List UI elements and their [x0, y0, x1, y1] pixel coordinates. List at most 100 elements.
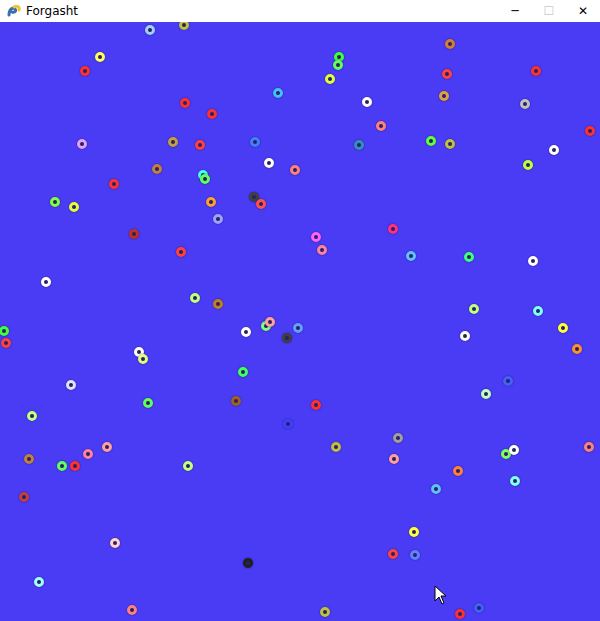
particle-dot	[207, 109, 217, 119]
particle-dot	[265, 317, 275, 327]
particle-dot	[183, 461, 193, 471]
particle-dot	[180, 98, 190, 108]
particle-dot	[311, 232, 321, 242]
particle-dot	[200, 174, 210, 184]
particle-dot	[77, 139, 87, 149]
particle-dot	[520, 99, 530, 109]
particle-dot	[27, 411, 37, 421]
particle-dot	[70, 461, 80, 471]
particle-dot	[510, 476, 520, 486]
particle-dot	[50, 197, 60, 207]
particle-dot	[455, 609, 465, 619]
particle-dot	[528, 256, 538, 266]
particle-dot	[168, 137, 178, 147]
particle-dot	[129, 229, 139, 239]
particle-dot	[231, 396, 241, 406]
particle-dot	[585, 126, 595, 136]
particle-dot	[388, 549, 398, 559]
particle-dot	[311, 400, 321, 410]
particle-dot	[109, 179, 119, 189]
mouse-cursor-icon	[434, 585, 448, 605]
particle-dot	[290, 165, 300, 175]
particle-dot	[213, 299, 223, 309]
particle-dot	[264, 158, 274, 168]
particle-dot	[426, 136, 436, 146]
particle-dot	[533, 306, 543, 316]
particle-dot	[190, 293, 200, 303]
particle-dot	[388, 224, 398, 234]
particle-dot	[331, 442, 341, 452]
game-canvas[interactable]	[0, 22, 600, 621]
particle-dot	[293, 323, 303, 333]
particle-dot	[389, 454, 399, 464]
particle-dot	[460, 331, 470, 341]
particle-dot	[572, 344, 582, 354]
particle-dot	[1, 338, 11, 348]
particle-dot	[152, 164, 162, 174]
particle-dot	[34, 577, 44, 587]
particle-dot	[241, 327, 251, 337]
particle-dot	[283, 419, 293, 429]
particle-dot	[317, 245, 327, 255]
particle-dot	[102, 442, 112, 452]
particle-dot	[558, 323, 568, 333]
particle-dot	[0, 326, 9, 336]
particle-dot	[69, 202, 79, 212]
particle-dot	[243, 558, 253, 568]
particle-dot	[145, 25, 155, 35]
window-control-button[interactable]: ✕	[566, 0, 600, 22]
particle-dot	[195, 140, 205, 150]
particle-dot	[138, 354, 148, 364]
particle-dot	[80, 66, 90, 76]
particle-dot	[376, 121, 386, 131]
particle-dot	[445, 139, 455, 149]
window-control-button[interactable]: ─	[498, 0, 532, 22]
pygame-icon	[6, 3, 22, 19]
particle-dot	[127, 605, 137, 615]
title-bar: Forgasht ─☐✕	[0, 0, 600, 22]
particle-dot	[143, 398, 153, 408]
particle-dot	[523, 160, 533, 170]
particle-dot	[354, 140, 364, 150]
particle-dot	[110, 538, 120, 548]
window-control-button[interactable]: ☐	[532, 0, 566, 22]
particle-dot	[41, 277, 51, 287]
particle-dot	[250, 137, 260, 147]
particle-dot	[95, 52, 105, 62]
particle-dot	[206, 197, 216, 207]
particle-dot	[57, 461, 67, 471]
particle-dot	[362, 97, 372, 107]
particle-dot	[320, 607, 330, 617]
particle-dot	[19, 492, 29, 502]
particle-dot	[325, 74, 335, 84]
particle-dot	[393, 433, 403, 443]
particle-dot	[481, 389, 491, 399]
particle-dot	[282, 333, 292, 343]
particle-dot	[406, 251, 416, 261]
particle-dot	[531, 66, 541, 76]
particle-dot	[24, 454, 34, 464]
window-title: Forgasht	[26, 4, 494, 18]
particle-dot	[333, 60, 343, 70]
particle-dot	[410, 550, 420, 560]
particle-dot	[176, 247, 186, 257]
particle-dot	[66, 380, 76, 390]
particle-dot	[549, 145, 559, 155]
particle-dot	[442, 69, 452, 79]
particle-dot	[509, 445, 519, 455]
particle-dot	[439, 91, 449, 101]
particle-dot	[213, 214, 223, 224]
particle-dot	[238, 367, 248, 377]
game-window: Forgasht ─☐✕	[0, 0, 600, 621]
window-controls: ─☐✕	[498, 0, 600, 22]
particle-dot	[179, 22, 189, 30]
particle-dot	[83, 449, 93, 459]
particle-dot	[464, 252, 474, 262]
particle-dot	[474, 603, 484, 613]
particle-dot	[273, 88, 283, 98]
particle-dot	[445, 39, 455, 49]
particle-dot	[503, 376, 513, 386]
particle-dot	[431, 484, 441, 494]
particle-dot	[584, 442, 594, 452]
particle-dot	[256, 199, 266, 209]
